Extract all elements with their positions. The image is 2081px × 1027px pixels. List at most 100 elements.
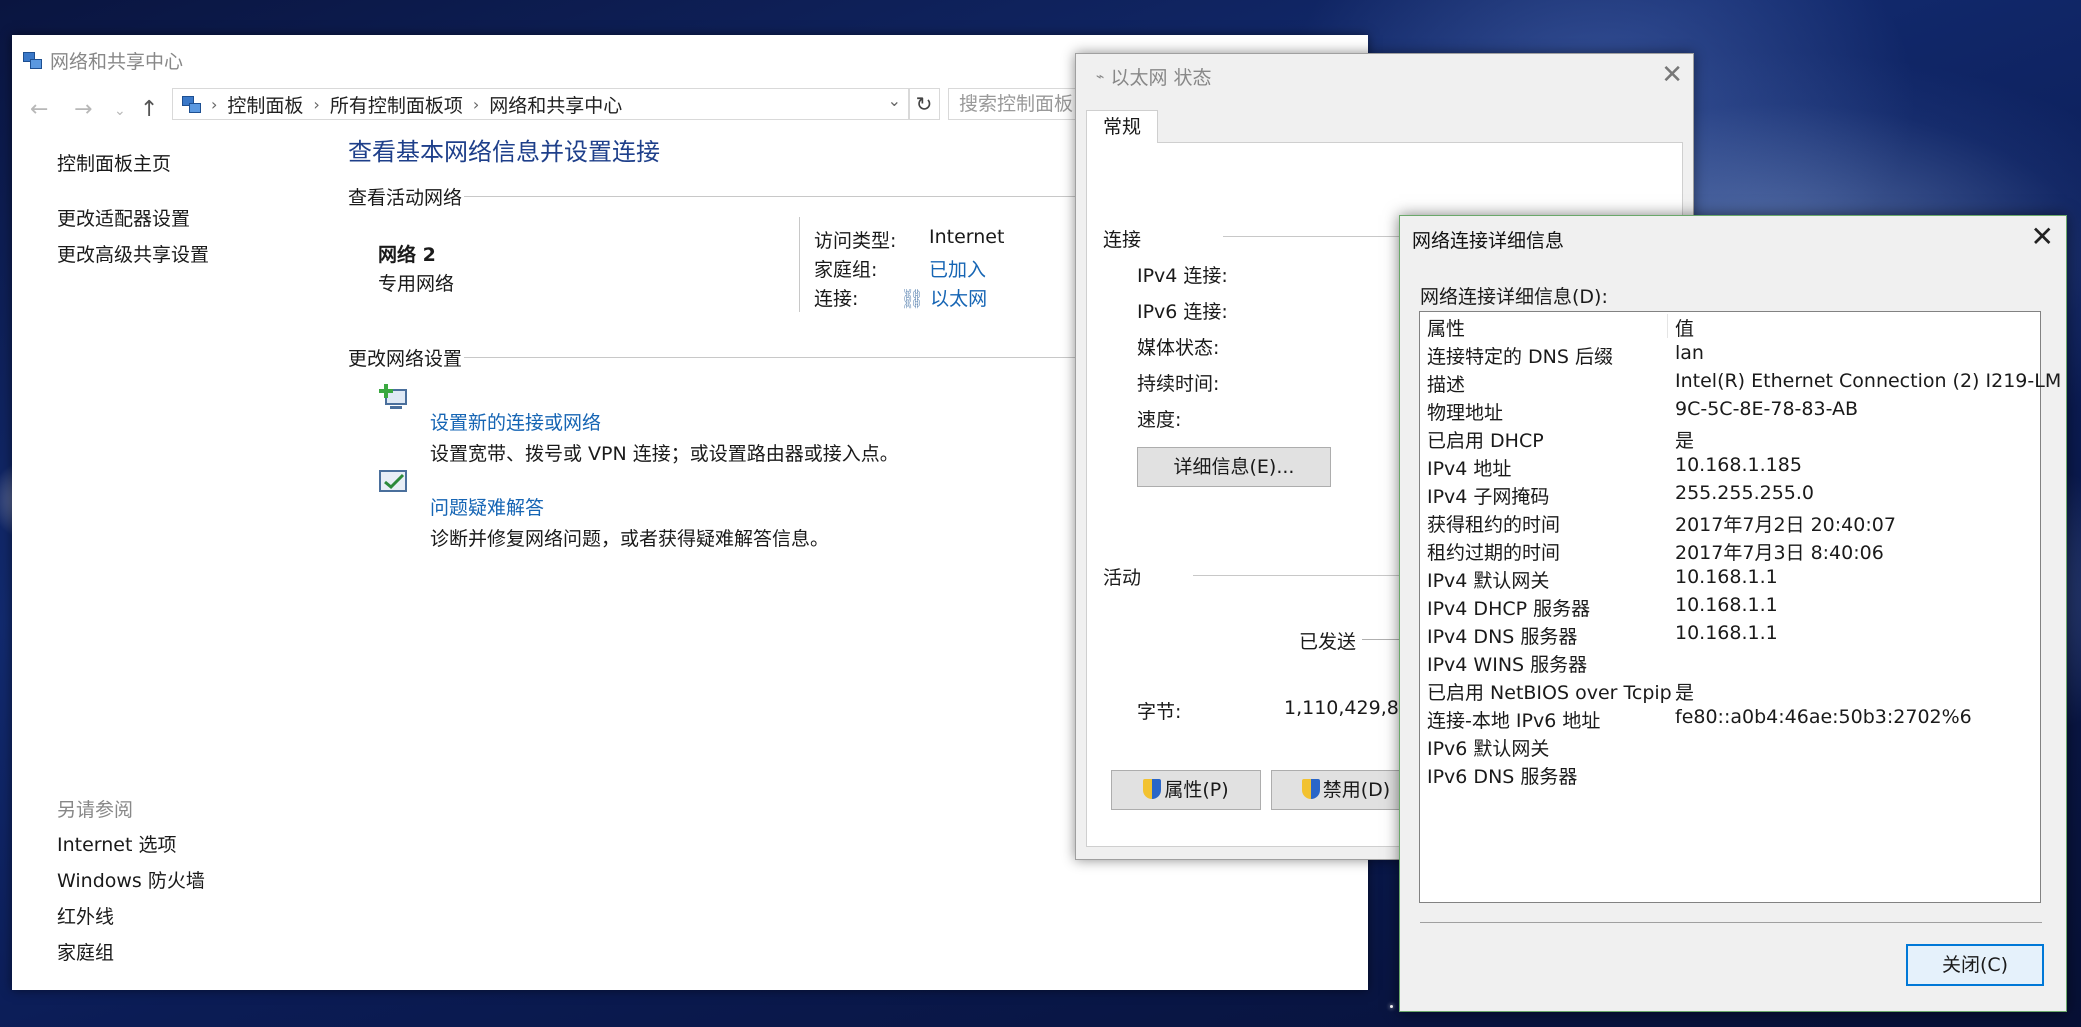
control-panel-icon (181, 94, 201, 114)
property-value: 2017年7月2日 20:40:07 (1675, 514, 1896, 536)
troubleshoot-desc: 诊断并修复网络问题，或者获得疑难解答信息。 (430, 528, 830, 550)
chevron-right-icon: › (211, 94, 218, 114)
chevron-down-icon[interactable]: ⌄ (888, 91, 901, 110)
title-bar: 网络和共享中心 (22, 45, 183, 75)
speed-label: 速度: (1137, 409, 1182, 431)
property-name: 描述 (1427, 374, 1466, 396)
list-item[interactable]: IPv6 DNS 服务器 (1420, 760, 2040, 788)
chevron-right-icon: › (472, 94, 480, 114)
sidebar-adapter-settings-link[interactable]: 更改适配器设置 (57, 204, 190, 231)
network-profile: 专用网络 (378, 273, 455, 295)
list-item[interactable]: 物理地址 9C-5C-8E-78-83-AB (1420, 396, 2040, 424)
network-name: 网络 2 (378, 244, 436, 266)
refresh-icon[interactable]: ↻ (908, 88, 940, 120)
property-name: 租约过期的时间 (1427, 542, 1561, 564)
list-item[interactable]: 租约过期的时间 2017年7月3日 8:40:06 (1420, 536, 2040, 564)
property-name: 连接-本地 IPv6 地址 (1427, 710, 1601, 732)
details-list[interactable]: 属性 值 连接特定的 DNS 后缀 lan 描述 Intel(R) Ethernet… (1419, 311, 2061, 903)
breadcrumb-all-items[interactable]: 所有控制面板项 (330, 91, 463, 118)
ipv6-connectivity-label: IPv6 连接: (1137, 301, 1228, 323)
see-also-infrared[interactable]: 红外线 (57, 902, 114, 929)
property-value: 是 (1675, 430, 1695, 452)
list-item[interactable]: IPv4 WINS 服务器 (1420, 648, 2040, 676)
media-state-label: 媒体状态: (1137, 337, 1220, 359)
property-column-header[interactable]: 属性 (1427, 314, 1465, 341)
property-name: IPv4 子网掩码 (1427, 486, 1550, 508)
uac-shield-icon (1143, 779, 1162, 799)
value-column-header[interactable]: 值 (1675, 314, 1694, 341)
ethernet-connection-link[interactable]: ⛓ 以太网 (900, 284, 987, 311)
setup-new-connection-desc: 设置宽带、拨号或 VPN 连接；或设置路由器或接入点。 (430, 443, 899, 465)
tab-general[interactable]: 常规 (1086, 110, 1158, 143)
troubleshoot-link[interactable]: 问题疑难解答 (430, 493, 544, 520)
connections-label: 连接: (814, 288, 859, 310)
section-divider (464, 357, 1084, 358)
list-item[interactable]: IPv4 DNS 服务器 10.168.1.1 (1420, 620, 2040, 648)
ethernet-link-label: 以太网 (930, 288, 988, 310)
disable-button-label: 禁用(D) (1322, 779, 1391, 801)
list-item[interactable]: 连接特定的 DNS 后缀 lan (1420, 340, 2040, 368)
up-arrow-icon[interactable]: ↑ (140, 97, 158, 122)
property-value: 2017年7月3日 8:40:06 (1675, 542, 1884, 564)
see-also-homegroup[interactable]: 家庭组 (57, 938, 114, 965)
section-divider (464, 196, 1084, 197)
forward-arrow-icon[interactable]: → (74, 97, 92, 122)
close-icon[interactable]: ✕ (1661, 60, 1683, 90)
dialog-title: 网络连接详细信息 (1412, 230, 1565, 252)
sent-label: 已发送 (1299, 631, 1357, 653)
list-item[interactable]: IPv4 默认网关 10.168.1.1 (1420, 564, 2040, 592)
properties-button-label: 属性(P) (1164, 779, 1229, 801)
breadcrumb-network-center[interactable]: 网络和共享中心 (489, 91, 622, 118)
property-name: 已启用 DHCP (1427, 430, 1544, 452)
sidebar-advanced-sharing-link[interactable]: 更改高级共享设置 (57, 240, 209, 267)
property-value: Intel(R) Ethernet Connection (2) I219-LM (1675, 370, 2062, 392)
chevron-right-icon: › (313, 94, 320, 114)
bytes-label: 字节: (1137, 701, 1182, 723)
property-name: 已启用 NetBIOS over Tcpip (1427, 682, 1672, 704)
list-item[interactable]: IPv4 DHCP 服务器 10.168.1.1 (1420, 592, 2040, 620)
close-icon[interactable]: ✕ (2031, 220, 2054, 253)
recent-chevron-icon[interactable]: ⌄ (114, 103, 126, 119)
list-item[interactable]: 描述 Intel(R) Ethernet Connection (2) I219-… (1420, 368, 2061, 396)
list-item[interactable]: IPv4 地址 10.168.1.185 (1420, 452, 2040, 480)
property-value: 10.168.1.1 (1675, 622, 1778, 644)
access-type-label: 访问类型: (814, 230, 897, 252)
property-name: IPv4 地址 (1427, 458, 1512, 480)
list-item[interactable]: 已启用 NetBIOS over Tcpip 是 (1420, 676, 2040, 704)
back-arrow-icon[interactable]: ← (30, 97, 48, 122)
change-settings-header: 更改网络设置 (348, 348, 463, 370)
vertical-divider (799, 217, 800, 312)
close-button[interactable]: 关闭(C) (1906, 944, 2044, 986)
address-bar[interactable]: › 控制面板 › 所有控制面板项 › 网络和共享中心 ⌄ (172, 88, 910, 120)
properties-button[interactable]: 属性(P) (1111, 770, 1261, 810)
list-item[interactable]: 已启用 DHCP 是 (1420, 424, 2040, 452)
property-name: IPv6 DNS 服务器 (1427, 766, 1578, 788)
setup-new-connection-link[interactable]: 设置新的连接或网络 (430, 408, 601, 435)
breadcrumb-control-panel[interactable]: 控制面板 (227, 91, 303, 118)
new-connection-icon (379, 384, 407, 409)
details-button[interactable]: 详细信息(E)... (1137, 447, 1331, 487)
sidebar-home-link[interactable]: 控制面板主页 (57, 149, 171, 176)
see-also-firewall[interactable]: Windows 防火墙 (57, 866, 205, 893)
property-value: fe80::a0b4:46ae:50b3:2702%6 (1675, 706, 1972, 728)
list-item[interactable]: 连接-本地 IPv6 地址 fe80::a0b4:46ae:50b3:2702%6 (1420, 704, 2040, 732)
column-divider[interactable] (1667, 314, 1668, 338)
list-header: 属性 值 (1420, 312, 2040, 340)
network-connection-details-dialog: 网络连接详细信息 ✕ 网络连接详细信息(D): 属性 值 连接特定的 DNS 后… (1399, 215, 2067, 1012)
activity-header: 活动 (1103, 567, 1142, 589)
network-center-icon (22, 50, 42, 70)
ethernet-icon: ⌁ (1096, 68, 1105, 85)
see-also-internet-options[interactable]: Internet 选项 (57, 830, 176, 857)
property-name: 物理地址 (1427, 402, 1504, 424)
search-input[interactable]: 搜索控制面板 (948, 88, 1090, 120)
page-title: 查看基本网络信息并设置连接 (348, 138, 660, 166)
list-item[interactable]: IPv4 子网掩码 255.255.255.0 (1420, 480, 2040, 508)
property-value: 10.168.1.1 (1675, 566, 1778, 588)
title-bar: ⌁ 以太网 状态 (1096, 63, 1211, 90)
see-also-heading: 另请参阅 (57, 799, 134, 821)
active-networks-header: 查看活动网络 (348, 187, 463, 209)
list-item[interactable]: IPv6 默认网关 (1420, 732, 2040, 760)
homegroup-link[interactable]: 已加入 (929, 255, 986, 282)
property-value: 9C-5C-8E-78-83-AB (1675, 398, 1859, 420)
list-item[interactable]: 获得租约的时间 2017年7月2日 20:40:07 (1420, 508, 2040, 536)
